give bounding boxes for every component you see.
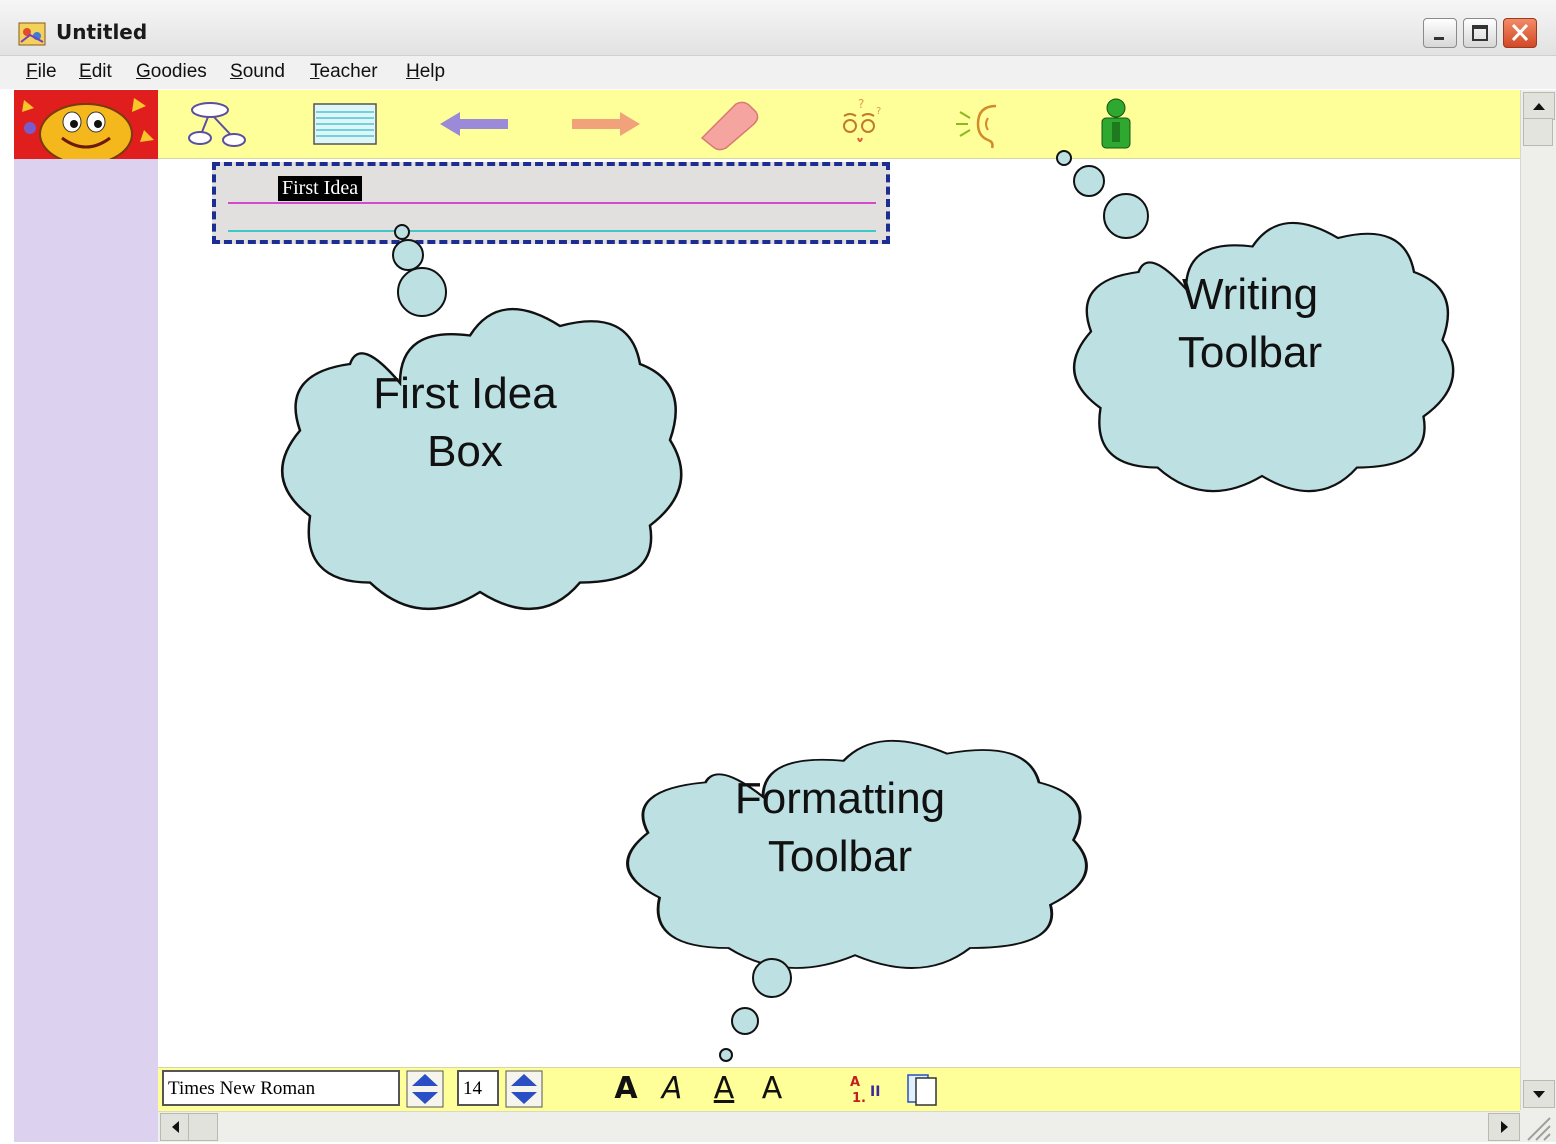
window-title: Untitled (56, 20, 148, 44)
back-arrow-icon[interactable] (436, 96, 516, 152)
minimize-button[interactable] (1423, 18, 1457, 48)
vertical-scrollbar[interactable] (1520, 90, 1556, 1110)
mascot-logo (14, 90, 158, 159)
writing-toolbar-callout-line1: Writing (1181, 270, 1319, 319)
menu-sound[interactable]: Sound (230, 61, 285, 83)
menu-help[interactable]: Help (406, 61, 445, 83)
svg-text:?: ? (858, 97, 864, 111)
arrow-up-icon (1533, 103, 1545, 110)
italic-button[interactable]: A (657, 1072, 687, 1106)
svg-text:1.: 1. (852, 1091, 866, 1106)
first-idea-callout-label: First Idea Box (330, 365, 600, 481)
svg-text:A: A (850, 1075, 860, 1090)
resize-grip-icon[interactable] (1520, 1110, 1556, 1142)
close-icon (1511, 23, 1529, 42)
scroll-down-button[interactable] (1523, 1080, 1555, 1108)
font-size-field[interactable]: 14 (457, 1070, 499, 1106)
left-panel (14, 90, 158, 1142)
thinking-face-icon[interactable]: ? ? (820, 96, 900, 152)
ear-icon[interactable] (948, 96, 1028, 152)
font-size-spinner[interactable] (505, 1070, 543, 1108)
menu-bar: File Edit Goodies Sound Teacher Help (0, 56, 1556, 89)
font-name-field[interactable]: Times New Roman (162, 1070, 400, 1106)
page-layout-icon[interactable] (904, 1072, 940, 1106)
formatting-toolbar-callout-line2: Toolbar (767, 832, 913, 881)
first-idea-callout-line1: First Idea (373, 369, 557, 418)
first-idea-text[interactable]: First Idea (278, 176, 363, 201)
horizontal-scroll-thumb[interactable] (188, 1113, 218, 1141)
font-name-spinner[interactable] (406, 1070, 444, 1108)
forward-arrow-icon[interactable] (564, 96, 644, 152)
idea-map-icon[interactable] (180, 96, 260, 152)
vertical-scroll-thumb[interactable] (1523, 118, 1553, 146)
horizontal-scrollbar[interactable] (158, 1111, 1520, 1142)
numbering-icon[interactable]: A 1. II (848, 1072, 890, 1106)
arrow-down-icon (1533, 1091, 1545, 1098)
title-bar: Untitled (0, 0, 1556, 56)
text-color-button[interactable]: A (755, 1072, 789, 1106)
bold-button[interactable]: A (611, 1072, 641, 1106)
svg-text:II: II (870, 1084, 880, 1100)
maximize-button[interactable] (1463, 18, 1497, 48)
idea-guide-line-top (228, 202, 876, 204)
writing-toolbar-callout-line2: Toolbar (1177, 328, 1323, 377)
menu-edit[interactable]: Edit (79, 61, 112, 83)
eraser-icon[interactable] (692, 96, 772, 152)
scroll-up-button[interactable] (1523, 92, 1555, 120)
teacher-person-icon[interactable] (1076, 96, 1156, 152)
menu-teacher[interactable]: Teacher (310, 61, 378, 83)
menu-goodies[interactable]: Goodies (136, 61, 207, 83)
formatting-toolbar-callout-line1: Formatting (734, 774, 946, 823)
scroll-right-button[interactable] (1488, 1113, 1520, 1141)
idea-guide-line-bottom (228, 230, 876, 232)
close-button[interactable] (1503, 18, 1537, 48)
arrow-right-icon (1501, 1121, 1508, 1133)
menu-file[interactable]: File (26, 61, 57, 83)
arrow-left-icon (172, 1121, 179, 1133)
lined-paper-icon[interactable] (308, 96, 388, 152)
svg-text:?: ? (876, 106, 881, 117)
app-icon (18, 22, 46, 46)
writing-toolbar-callout-label: Writing Toolbar (1140, 266, 1360, 382)
writing-toolbar: ? ? (158, 90, 1520, 159)
first-idea-callout-line2: Box (427, 427, 503, 476)
maximize-icon (1472, 25, 1488, 41)
minimize-icon (1434, 37, 1444, 40)
underline-button[interactable]: A (709, 1072, 739, 1106)
formatting-toolbar-callout-label: Formatting Toolbar (700, 770, 980, 886)
